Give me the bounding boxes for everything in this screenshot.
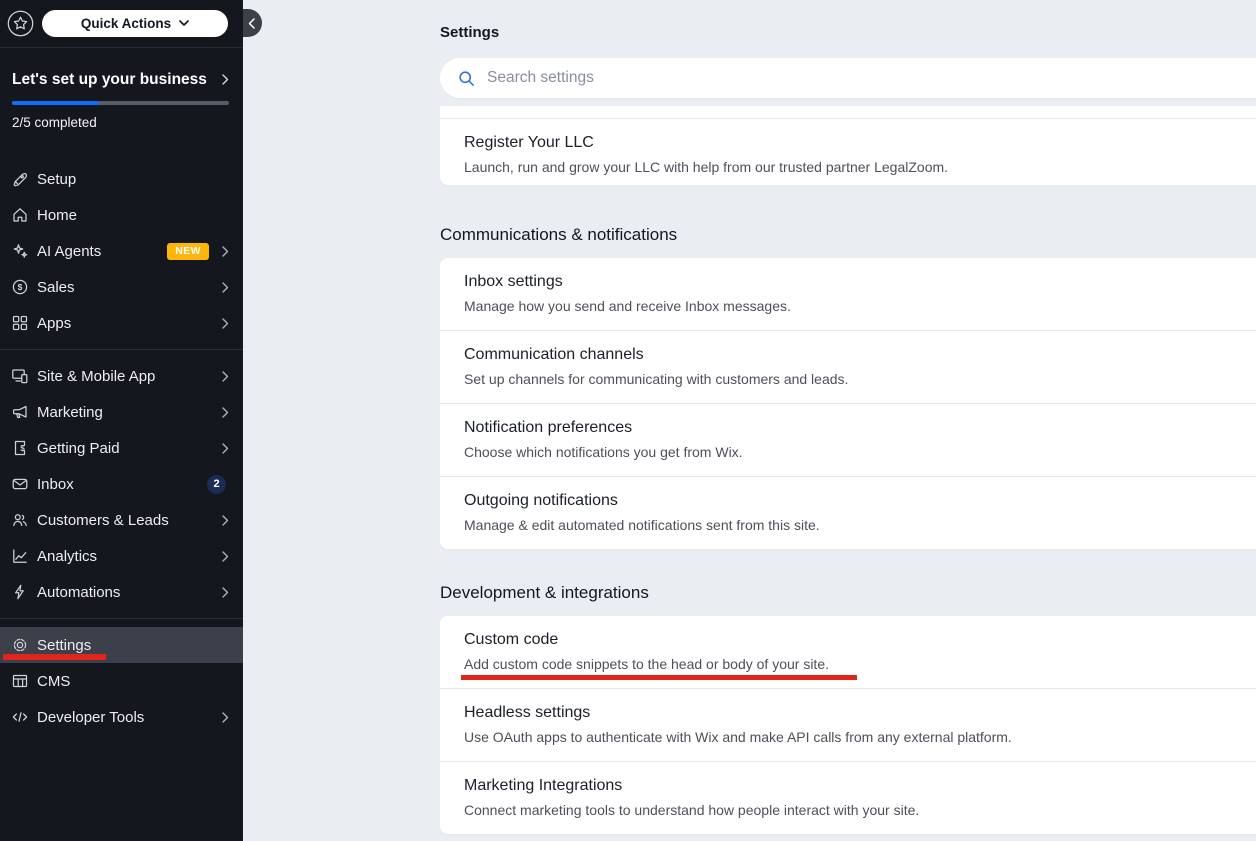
sidebar-item-customers-leads[interactable]: Customers & Leads <box>0 502 243 538</box>
divider <box>0 618 243 619</box>
row-title: Custom code <box>464 630 1256 650</box>
row-description: Connect marketing tools to understand ho… <box>464 801 1256 819</box>
settings-row-custom-code[interactable]: Custom code Add custom code snippets to … <box>440 616 1256 688</box>
settings-row-register-llc[interactable]: Register Your LLC Launch, run and grow y… <box>440 119 1256 185</box>
device-icon <box>11 367 29 385</box>
sidebar-item-home[interactable]: Home <box>0 197 243 233</box>
row-title: Outgoing notifications <box>464 491 1256 511</box>
quick-actions-label: Quick Actions <box>81 16 171 31</box>
setup-progress-bar <box>12 101 229 105</box>
chevron-right-icon <box>222 371 229 382</box>
row-title: Communication channels <box>464 345 1256 365</box>
sidebar-nav: Setup Home AI Agents NEW $ Sales Apps <box>0 161 243 735</box>
apps-grid-icon <box>11 314 29 332</box>
setup-banner-title: Let's set up your business <box>12 70 207 89</box>
chevron-right-icon <box>222 515 229 526</box>
settings-row-headless-settings[interactable]: Headless settings Use OAuth apps to auth… <box>440 688 1256 761</box>
chevron-right-icon <box>222 74 229 85</box>
lightning-icon <box>11 583 29 601</box>
row-description: Manage how you send and receive Inbox me… <box>464 297 1256 315</box>
settings-card-communications: Inbox settings Manage how you send and r… <box>440 258 1256 549</box>
gear-icon <box>11 636 29 654</box>
sidebar-item-setup[interactable]: Setup <box>0 161 243 197</box>
settings-page: Settings Register Your LLC Launch, run a… <box>243 0 1256 841</box>
quick-actions-button[interactable]: Quick Actions <box>42 10 228 37</box>
setup-banner[interactable]: Let's set up your business 2/5 completed <box>0 48 243 131</box>
sidebar-item-cms[interactable]: CMS <box>0 663 243 699</box>
sidebar-item-apps[interactable]: Apps <box>0 305 243 341</box>
settings-row-communication-channels[interactable]: Communication channels Set up channels f… <box>440 330 1256 403</box>
search-icon <box>457 69 476 88</box>
sparkles-icon <box>11 242 29 260</box>
settings-row-inbox-settings[interactable]: Inbox settings Manage how you send and r… <box>440 258 1256 330</box>
chevron-right-icon <box>222 282 229 293</box>
new-badge: NEW <box>167 243 209 260</box>
divider <box>0 349 243 350</box>
sidebar-item-site-mobile-app[interactable]: Site & Mobile App <box>0 358 243 394</box>
annotation-underline-settings <box>3 654 106 660</box>
favorites-star-icon[interactable] <box>7 10 34 37</box>
home-icon <box>11 206 29 224</box>
row-description: Choose which notifications you get from … <box>464 443 1256 461</box>
row-title: Inbox settings <box>464 272 1256 292</box>
sidebar-top-bar: Quick Actions <box>0 0 243 48</box>
row-description: Manage & edit automated notifications se… <box>464 516 1256 534</box>
settings-row-notification-preferences[interactable]: Notification preferences Choose which no… <box>440 403 1256 476</box>
chevron-right-icon <box>222 318 229 329</box>
chevron-right-icon <box>222 587 229 598</box>
invoice-icon: $ <box>11 439 29 457</box>
svg-text:$: $ <box>18 282 23 292</box>
sidebar-item-developer-tools[interactable]: Developer Tools <box>0 699 243 735</box>
setup-progress-fill <box>12 101 99 105</box>
sidebar: Quick Actions Let's set up your business… <box>0 0 243 841</box>
settings-row-marketing-integrations[interactable]: Marketing Integrations Connect marketing… <box>440 761 1256 834</box>
partial-row-remnant <box>440 106 1256 119</box>
chevron-right-icon <box>222 712 229 723</box>
chevron-right-icon <box>222 407 229 418</box>
inbox-count-badge: 2 <box>207 475 226 494</box>
rocket-icon <box>11 170 29 188</box>
chevron-right-icon <box>222 551 229 562</box>
code-icon <box>11 708 29 726</box>
chevron-right-icon <box>222 246 229 257</box>
chevron-right-icon <box>222 443 229 454</box>
wix-dashboard: Quick Actions Let's set up your business… <box>0 0 1256 841</box>
table-icon <box>11 672 29 690</box>
megaphone-icon <box>11 403 29 421</box>
settings-card-business: Register Your LLC Launch, run and grow y… <box>440 106 1256 185</box>
row-title: Headless settings <box>464 703 1256 723</box>
settings-row-outgoing-notifications[interactable]: Outgoing notifications Manage & edit aut… <box>440 476 1256 549</box>
sidebar-item-automations[interactable]: Automations <box>0 574 243 610</box>
search-input[interactable] <box>487 69 1256 87</box>
chart-icon <box>11 547 29 565</box>
section-heading-communications: Communications & notifications <box>440 224 1256 246</box>
search-bar[interactable] <box>440 58 1256 98</box>
sidebar-item-ai-agents[interactable]: AI Agents NEW <box>0 233 243 269</box>
section-heading-development: Development & integrations <box>440 582 1256 604</box>
sidebar-item-sales[interactable]: $ Sales <box>0 269 243 305</box>
sidebar-item-analytics[interactable]: Analytics <box>0 538 243 574</box>
row-description: Use OAuth apps to authenticate with Wix … <box>464 728 1256 746</box>
inbox-icon <box>11 475 29 493</box>
people-icon <box>11 511 29 529</box>
sidebar-item-getting-paid[interactable]: $ Getting Paid <box>0 430 243 466</box>
row-description: Add custom code snippets to the head or … <box>464 655 1256 673</box>
row-title: Notification preferences <box>464 418 1256 438</box>
setup-progress-label: 2/5 completed <box>12 115 229 131</box>
row-title: Marketing Integrations <box>464 776 1256 796</box>
sidebar-item-inbox[interactable]: Inbox 2 <box>0 466 243 502</box>
row-title: Register Your LLC <box>464 133 1256 153</box>
page-title: Settings <box>440 24 1256 42</box>
row-description: Set up channels for communicating with c… <box>464 370 1256 388</box>
annotation-underline-custom-code <box>461 675 857 680</box>
svg-text:$: $ <box>20 444 25 453</box>
dollar-circle-icon: $ <box>11 278 29 296</box>
row-description: Launch, run and grow your LLC with help … <box>464 158 1256 176</box>
chevron-down-icon <box>179 20 189 27</box>
sidebar-item-marketing[interactable]: Marketing <box>0 394 243 430</box>
settings-card-development: Custom code Add custom code snippets to … <box>440 616 1256 834</box>
